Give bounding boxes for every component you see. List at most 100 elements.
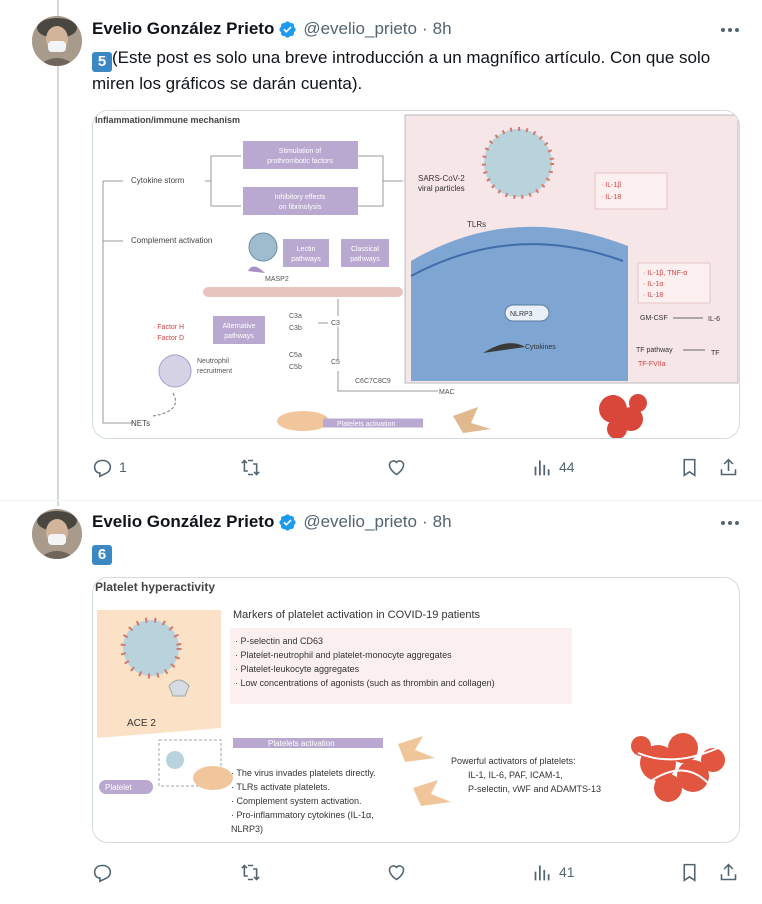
reply-icon bbox=[93, 459, 112, 477]
share-button[interactable] bbox=[718, 450, 739, 484]
svg-text:C6C7C8C9: C6C7C8C9 bbox=[355, 378, 391, 385]
svg-text:NLRP3): NLRP3) bbox=[231, 824, 263, 834]
platelet-diagram: Platelet hyperactivity ACE 2 Markers of … bbox=[93, 578, 739, 842]
tweet-image[interactable]: Inflammation/immune mechanism Cytokine s… bbox=[92, 110, 740, 439]
views-count: 41 bbox=[559, 864, 575, 880]
svg-text:Lectin: Lectin bbox=[297, 246, 316, 253]
svg-text:pathways: pathways bbox=[350, 256, 380, 263]
tweet-1[interactable]: Evelio González Prieto @evelio_prieto · … bbox=[0, 0, 762, 500]
like-button[interactable] bbox=[386, 855, 407, 889]
svg-text:Classical: Classical bbox=[351, 246, 379, 253]
more-options-icon[interactable] bbox=[718, 513, 742, 533]
svg-text:C3b: C3b bbox=[289, 325, 302, 332]
svg-text:viral particles: viral particles bbox=[418, 184, 465, 193]
svg-text:recruitment: recruitment bbox=[197, 368, 232, 375]
tweet-body: (Este post es solo una breve introducció… bbox=[92, 48, 711, 93]
svg-text:NETs: NETs bbox=[131, 419, 150, 428]
reply-icon bbox=[93, 864, 112, 882]
share-icon bbox=[720, 458, 737, 475]
svg-text:Markers of platelet activation: Markers of platelet activation in COVID-… bbox=[233, 609, 481, 621]
like-icon bbox=[388, 864, 405, 880]
svg-text:· IL-1β: · IL-1β bbox=[601, 182, 621, 189]
inflammation-diagram: Inflammation/immune mechanism Cytokine s… bbox=[93, 111, 739, 438]
svg-text:Alternative: Alternative bbox=[222, 323, 255, 330]
more-options-icon[interactable] bbox=[718, 20, 742, 40]
timestamp[interactable]: 8h bbox=[433, 19, 452, 39]
tweet-actions: 41 bbox=[92, 855, 752, 889]
svg-text:C5a: C5a bbox=[289, 352, 302, 359]
svg-text:Neutrophil: Neutrophil bbox=[197, 358, 229, 365]
svg-text:SARS-CoV-2: SARS-CoV-2 bbox=[418, 174, 465, 183]
svg-text:· The virus invades platelets: · The virus invades platelets directly. bbox=[231, 768, 376, 778]
svg-text:· Pro-inflammatory cytokines (: · Pro-inflammatory cytokines (IL-1α, bbox=[231, 810, 374, 820]
reply-count: 1 bbox=[119, 459, 127, 475]
retweet-button[interactable] bbox=[240, 450, 261, 484]
svg-text:· IL-1α: · IL-1α bbox=[643, 281, 663, 288]
author-name[interactable]: Evelio González Prieto bbox=[92, 512, 274, 532]
svg-text:prothrombotic factors: prothrombotic factors bbox=[267, 158, 333, 165]
svg-text:TLRs: TLRs bbox=[467, 220, 486, 229]
tweet-image[interactable]: Platelet hyperactivity ACE 2 Markers of … bbox=[92, 577, 740, 843]
svg-text:Platelets activation: Platelets activation bbox=[268, 739, 335, 748]
reply-button[interactable] bbox=[92, 855, 113, 889]
avatar[interactable] bbox=[32, 509, 82, 559]
avatar[interactable] bbox=[32, 16, 82, 66]
tweet-2[interactable]: Evelio González Prieto @evelio_prieto · … bbox=[0, 500, 762, 904]
bookmark-button[interactable] bbox=[679, 855, 700, 889]
tweet-text: 6 bbox=[92, 539, 742, 565]
bookmark-icon bbox=[683, 458, 696, 477]
svg-text:TF: TF bbox=[711, 350, 720, 357]
label-complement: Complement activation bbox=[131, 236, 212, 245]
svg-text:· Platelet-leukocyte aggregate: · Platelet-leukocyte aggregates bbox=[235, 664, 360, 674]
svg-text:on fibrinolysis: on fibrinolysis bbox=[279, 204, 322, 211]
retweet-icon bbox=[241, 458, 260, 476]
svg-text:Platelet hyperactivity: Platelet hyperactivity bbox=[95, 580, 215, 594]
svg-text:C5b: C5b bbox=[289, 364, 302, 371]
like-button[interactable] bbox=[386, 450, 407, 484]
svg-text:GM-CSF: GM-CSF bbox=[640, 315, 668, 322]
share-icon bbox=[720, 863, 737, 880]
svg-text:Inhibitory effects: Inhibitory effects bbox=[275, 194, 326, 201]
bookmark-button[interactable] bbox=[679, 450, 700, 484]
figure-title: Inflammation/immune mechanism bbox=[95, 115, 240, 125]
verified-badge-icon bbox=[279, 513, 296, 531]
svg-text:TF pathway: TF pathway bbox=[636, 347, 673, 354]
timestamp[interactable]: 8h bbox=[433, 512, 452, 532]
svg-text:Platelets activation: Platelets activation bbox=[337, 421, 395, 428]
views-count: 44 bbox=[559, 459, 575, 475]
svg-text:· P-selectin and CD63: · P-selectin and CD63 bbox=[235, 636, 323, 646]
keycap-number-emoji: 5 bbox=[92, 52, 112, 72]
svg-text:C3: C3 bbox=[331, 320, 340, 327]
tweet-actions: 1 44 bbox=[92, 450, 752, 484]
svg-text:pathways: pathways bbox=[224, 333, 254, 340]
views-icon bbox=[534, 865, 550, 880]
views-button[interactable]: 44 bbox=[532, 450, 575, 484]
svg-text:· Factor H: · Factor H bbox=[153, 324, 184, 331]
svg-text:C3a: C3a bbox=[289, 313, 302, 320]
views-button[interactable]: 41 bbox=[532, 855, 575, 889]
label-cytokine-storm: Cytokine storm bbox=[131, 176, 185, 185]
svg-text:MAC: MAC bbox=[439, 389, 455, 396]
retweet-button[interactable] bbox=[240, 855, 261, 889]
svg-text:· Complement system activation: · Complement system activation. bbox=[231, 796, 362, 806]
author-handle[interactable]: @evelio_prieto bbox=[303, 512, 417, 532]
separator-dot: · bbox=[421, 19, 428, 38]
author-name[interactable]: Evelio González Prieto bbox=[92, 19, 274, 39]
verified-badge-icon bbox=[279, 20, 296, 38]
share-button[interactable] bbox=[718, 855, 739, 889]
keycap-number-emoji: 6 bbox=[92, 545, 112, 565]
svg-text:IL-6: IL-6 bbox=[708, 316, 720, 323]
label-masp2: MASP2 bbox=[265, 276, 289, 283]
retweet-icon bbox=[241, 863, 260, 881]
svg-text:NLRP3: NLRP3 bbox=[510, 311, 533, 318]
author-handle[interactable]: @evelio_prieto bbox=[303, 19, 417, 39]
svg-text:· TLRs activate platelets.: · TLRs activate platelets. bbox=[231, 782, 330, 792]
svg-text:Cytokines: Cytokines bbox=[525, 344, 556, 351]
svg-text:Platelet: Platelet bbox=[105, 783, 132, 792]
svg-text:TF-FVIIa: TF-FVIIa bbox=[638, 361, 666, 368]
svg-text:ACE 2: ACE 2 bbox=[127, 718, 156, 729]
svg-text:· Factor D: · Factor D bbox=[153, 335, 184, 342]
svg-text:IL-1, IL-6, PAF, ICAM-1,: IL-1, IL-6, PAF, ICAM-1, bbox=[468, 770, 563, 780]
reply-button[interactable]: 1 bbox=[92, 450, 127, 484]
bookmark-icon bbox=[683, 863, 696, 882]
